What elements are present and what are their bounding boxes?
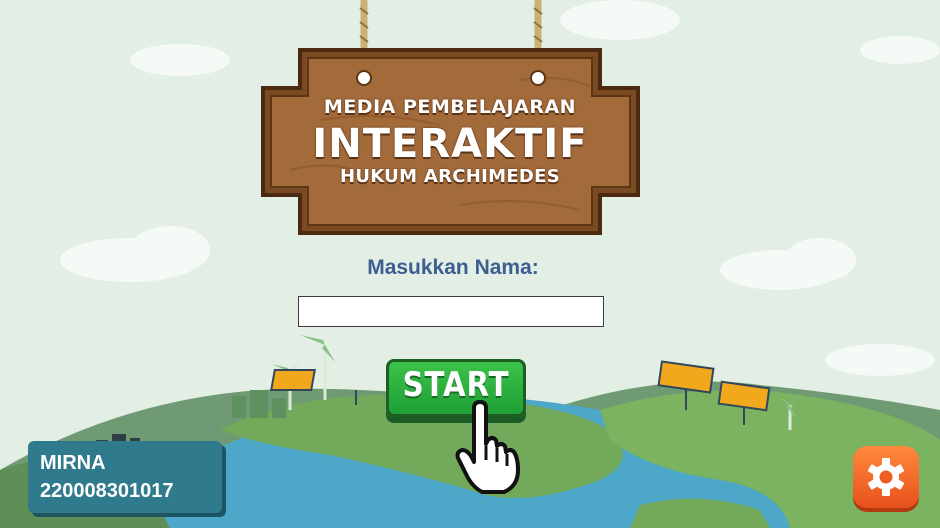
name-label: Masukkan Nama: — [367, 256, 539, 279]
user-id: 220008301017 — [40, 480, 174, 502]
user-name: MIRNA — [40, 452, 106, 474]
title-line-3: HUKUM ARCHIMEDES — [339, 166, 561, 187]
start-button-label: START — [402, 365, 510, 405]
gear-icon — [867, 458, 905, 496]
settings-button[interactable] — [853, 446, 919, 508]
title-sign: MEDIA PEMBELAJARAN INTERAKTIF HUKUM ARCH… — [262, 86, 638, 187]
title-line-1: MEDIA PEMBELAJARAN — [323, 96, 577, 118]
user-info-card: MIRNA 220008301017 — [28, 441, 224, 513]
title-line-2: INTERAKTIF — [312, 121, 588, 167]
name-input[interactable] — [298, 296, 604, 327]
hand-pointer-icon — [452, 400, 526, 496]
